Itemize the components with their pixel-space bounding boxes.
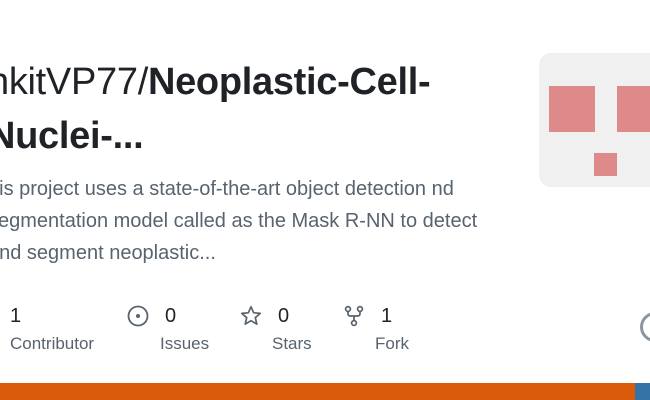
repo-description: his project uses a state-of-the-art obje… [0, 178, 478, 264]
stars-label: Stars [272, 334, 312, 353]
stat-forks[interactable]: 1 Fork [343, 300, 409, 354]
language-bar-segment-primary [0, 383, 636, 400]
forks-count: 1 [381, 304, 393, 327]
avatar-block [549, 86, 595, 132]
github-mark-icon [640, 312, 650, 342]
repo-stats: 1 Contributor 0 Issues 0 Stars 1 Fork [0, 300, 620, 360]
issues-label: Issues [160, 334, 210, 353]
repo-owner[interactable]: nkitVP77/ [0, 61, 148, 103]
stat-stars[interactable]: 0 Stars [240, 300, 312, 354]
stat-issues[interactable]: 0 Issues [127, 300, 209, 354]
avatar-block [617, 86, 650, 132]
contributors-label: Contributor [10, 334, 95, 353]
stars-count: 0 [278, 304, 290, 327]
issue-opened-icon [127, 305, 149, 327]
star-icon [240, 305, 262, 327]
owner-avatar[interactable] [539, 53, 650, 187]
language-bar-segment-secondary [635, 383, 650, 400]
repo-title[interactable]: nkitVP77/Neoplastic-Cell-Nuclei-... [0, 55, 458, 163]
contributors-count: 1 [10, 304, 22, 327]
avatar-block [594, 153, 617, 176]
forks-label: Fork [375, 334, 409, 353]
issues-count: 0 [165, 304, 177, 327]
stat-contributors[interactable]: 1 Contributor [10, 300, 94, 354]
repo-forked-icon [343, 305, 365, 327]
language-bar [0, 383, 650, 400]
repo-social-card: nkitVP77/Neoplastic-Cell-Nuclei-... his … [0, 0, 650, 400]
